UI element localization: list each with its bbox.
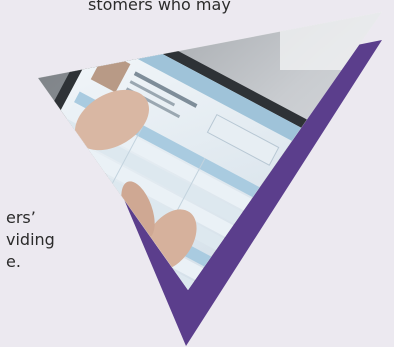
content-block: stomers who may ers’ viding e. [0, 0, 394, 347]
triangle-photo-illustration [37, 11, 383, 346]
